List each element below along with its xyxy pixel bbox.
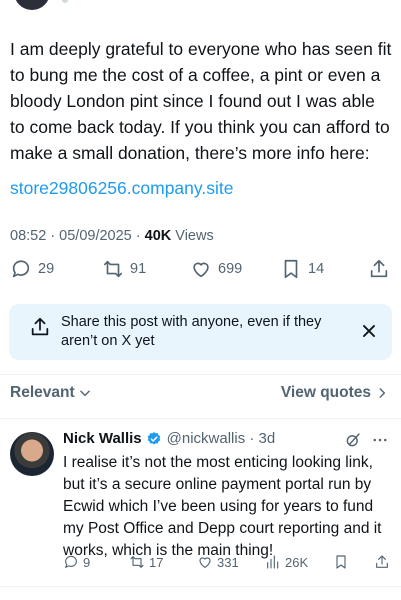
repost-button[interactable]: 91 (102, 258, 146, 280)
analytics-icon (267, 555, 279, 569)
chevron-down-icon (79, 390, 90, 397)
bookmark-icon (284, 259, 298, 279)
reply-author-name[interactable]: Nick Wallis (63, 430, 142, 447)
reply-button[interactable]: 29 (10, 258, 54, 280)
more-options-icon[interactable] (371, 431, 389, 449)
like-button[interactable]: 699 (190, 258, 242, 280)
repost-icon (103, 260, 123, 278)
close-icon[interactable] (358, 320, 380, 342)
reply-repost-button[interactable]: 17 (129, 554, 163, 570)
verified-badge-icon (147, 431, 160, 445)
divider (0, 418, 401, 419)
reply-handle-time[interactable]: @nickwallis · 3d (167, 430, 276, 447)
reply-count: 29 (38, 261, 55, 277)
heart-icon (199, 557, 211, 568)
post-action-bar: 29 91 699 14 (0, 258, 401, 286)
like-count: 699 (218, 261, 243, 277)
bookmark-count: 14 (308, 261, 325, 277)
share-icon (370, 259, 388, 278)
chevron-right-icon (379, 388, 386, 398)
views-label: Views (171, 228, 214, 244)
reply-icon (12, 260, 30, 278)
grok-icon[interactable] (344, 431, 362, 449)
reply-action-bar: 9 17 331 26K (63, 554, 393, 574)
header-fragment (62, 0, 68, 3)
share-button[interactable] (368, 258, 390, 280)
views-count: 40K (144, 228, 172, 244)
sort-label: Relevant (10, 384, 75, 401)
reply-bookmark-button[interactable] (333, 554, 349, 570)
reply-text: I realise it’s not the most enticing loo… (63, 454, 382, 559)
share-icon (31, 317, 49, 336)
share-banner: Share this post with anyone, even if the… (9, 304, 392, 360)
reply-header: Nick Wallis @nickwallis · 3d (63, 430, 393, 447)
post-author-avatar[interactable] (14, 0, 50, 10)
reply-like-button[interactable]: 331 (197, 554, 239, 570)
repost-count: 91 (130, 261, 147, 277)
share-banner-text: Share this post with anyone, even if the… (61, 314, 322, 349)
divider (0, 374, 401, 375)
reply-reply-button[interactable]: 9 (63, 554, 90, 570)
reply-like-count: 331 (217, 554, 239, 570)
reply-views-button[interactable]: 26K (265, 554, 308, 570)
reply-icon (65, 555, 77, 568)
reply-author-avatar[interactable] (10, 432, 54, 476)
heart-icon (193, 262, 209, 278)
view-quotes-label: View quotes (280, 384, 371, 401)
sort-replies-dropdown[interactable]: Relevant (10, 384, 92, 402)
reply-views-count: 26K (285, 554, 309, 570)
bookmark-button[interactable]: 14 (280, 258, 324, 280)
post-link[interactable]: store29806256.company.site (10, 178, 233, 199)
post-meta: 08:52 · 05/09/2025 · 40K Views (10, 228, 214, 244)
reply-repost-count: 17 (149, 554, 164, 570)
repost-icon (130, 556, 144, 568)
reply-share-button[interactable] (374, 554, 390, 570)
reply-reply-count: 9 (83, 554, 91, 570)
post-text: I am deeply grateful to everyone who has… (10, 39, 392, 163)
bookmark-icon (336, 555, 346, 569)
share-icon (376, 555, 388, 568)
view-quotes-link[interactable]: View quotes (281, 384, 389, 402)
divider (0, 586, 401, 587)
post-timestamp[interactable]: 08:52 · 05/09/2025 · (10, 228, 145, 244)
